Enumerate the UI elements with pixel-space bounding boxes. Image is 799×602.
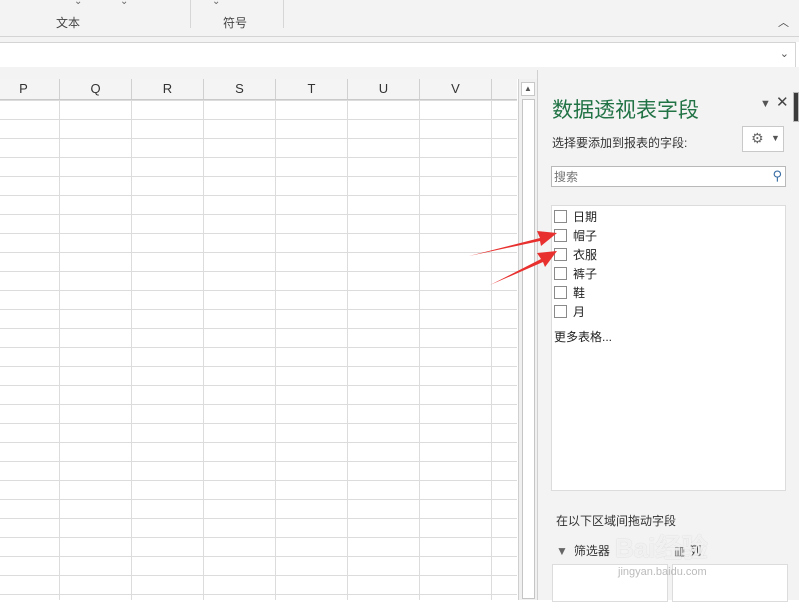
watermark-logo: Bai经验	[615, 533, 708, 563]
watermark-url: jingyan.baidu.com	[618, 566, 707, 578]
red-arrow-icon	[490, 251, 557, 285]
red-arrow-icon	[469, 231, 557, 256]
annotation-arrows	[469, 231, 557, 285]
